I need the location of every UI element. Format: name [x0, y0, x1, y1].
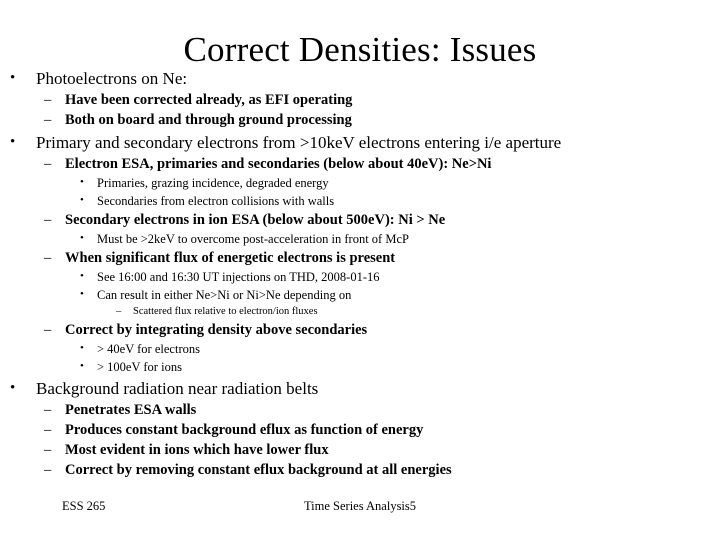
bullet-text: > 40eV for electrons: [97, 342, 200, 356]
bullet-marker-icon: –: [44, 442, 52, 458]
bullet-text: Both on board and through ground process…: [65, 112, 352, 128]
bullet-marker-icon: •: [80, 176, 84, 188]
footer-title-label: Time Series Analysis5: [303, 499, 417, 513]
bullet-marker-icon: –: [44, 402, 52, 418]
bullet-text: Must be >2keV to overcome post-accelerat…: [97, 232, 409, 246]
bullet-marker-icon: –: [44, 156, 52, 172]
bullet-marker-icon: –: [44, 422, 52, 438]
bullet-marker-icon: •: [10, 134, 16, 150]
bullet-item-level-3: • > 40eV for electrons: [0, 340, 720, 358]
slide-footer: ESS 265 Time Series Analysis5: [0, 497, 720, 517]
bullet-item-level-1: • Background radiation near radiation bel…: [0, 377, 720, 400]
bullet-text: Penetrates ESA walls: [65, 402, 197, 418]
bullet-text: Primaries, grazing incidence, degraded e…: [97, 176, 329, 190]
bullet-text: Background radiation near radiation belt…: [36, 379, 319, 398]
bullet-text: Secondary electrons in ion ESA (below ab…: [65, 212, 446, 228]
bullet-text: Electron ESA, primaries and secondaries …: [65, 156, 492, 172]
bullet-item-level-2: – Secondary electrons in ion ESA (below a…: [0, 210, 720, 230]
bullet-item-level-3: • Primaries, grazing incidence, degraded …: [0, 174, 720, 192]
slide: Correct Densities: Issues • Photoelectron…: [0, 0, 720, 540]
bullet-item-level-3: • Secondaries from electron collisions wi…: [0, 192, 720, 210]
bullet-text: Most evident in ions which have lower fl…: [65, 442, 329, 458]
bullet-text: Secondaries from electron collisions wit…: [97, 194, 335, 208]
bullet-item-level-3: • Must be >2keV to overcome post-accelera…: [0, 230, 720, 248]
bullet-item-level-3: • Can result in either Ne>Ni or Ni>Ne dep…: [0, 286, 720, 304]
bullet-item-level-1: • Primary and secondary electrons from >1…: [0, 131, 720, 154]
bullet-marker-icon: •: [10, 380, 16, 396]
bullet-item-level-2: – Correct by removing constant eflux back…: [0, 460, 720, 480]
bullet-marker-icon: •: [80, 232, 84, 244]
bullet-text: Correct by integrating density above sec…: [65, 322, 368, 338]
bullet-marker-icon: •: [80, 360, 84, 372]
bullet-text: Scattered flux relative to electron/ion …: [133, 306, 318, 317]
bullet-marker-icon: –: [44, 250, 52, 266]
bullet-text: When significant flux of energetic elect…: [65, 250, 396, 266]
bullet-marker-icon: •: [80, 194, 84, 206]
bullet-text: Can result in either Ne>Ni or Ni>Ne depe…: [97, 288, 352, 302]
bullet-item-level-2: – Most evident in ions which have lower f…: [0, 440, 720, 460]
bullet-item-level-3: • > 100eV for ions: [0, 358, 720, 376]
bullet-marker-icon: –: [44, 92, 52, 108]
bullet-marker-icon: •: [80, 270, 84, 282]
bullet-text: Produces constant background eflux as fu…: [65, 422, 424, 438]
bullet-text: Correct by removing constant eflux backg…: [65, 462, 452, 478]
bullet-marker-icon: •: [80, 288, 84, 300]
bullet-marker-icon: •: [10, 70, 16, 86]
bullet-item-level-2: – Correct by integrating density above se…: [0, 320, 720, 340]
bullet-marker-icon: –: [44, 322, 52, 338]
bullet-text: Photoelectrons on Ne:: [36, 69, 188, 88]
bullet-marker-icon: –: [116, 306, 122, 317]
bullet-item-level-2: – Electron ESA, primaries and secondaries…: [0, 154, 720, 174]
bullet-item-level-2: – Have been corrected already, as EFI ope…: [0, 90, 720, 110]
bullet-marker-icon: –: [44, 462, 52, 478]
bullet-text: Primary and secondary electrons from >10…: [36, 133, 562, 152]
bullet-text: See 16:00 and 16:30 UT injections on THD…: [97, 270, 380, 284]
slide-body-outline: • Photoelectrons on Ne: – Have been correct…: [0, 66, 720, 480]
bullet-marker-icon: –: [44, 212, 52, 228]
bullet-marker-icon: •: [80, 342, 84, 354]
bullet-item-level-2: – Penetrates ESA walls: [0, 400, 720, 420]
bullet-item-level-3: • See 16:00 and 16:30 UT injections on TH…: [0, 268, 720, 286]
bullet-item-level-2: – Produces constant background eflux as f…: [0, 420, 720, 440]
bullet-marker-icon: –: [44, 112, 52, 128]
bullet-item-level-1: • Photoelectrons on Ne:: [0, 67, 720, 90]
bullet-item-level-2: – Both on board and through ground proces…: [0, 110, 720, 130]
bullet-text: > 100eV for ions: [97, 360, 182, 374]
bullet-item-level-4: – Scattered flux relative to electron/ion…: [0, 304, 720, 320]
bullet-item-level-2: – When significant flux of energetic elec…: [0, 248, 720, 268]
bullet-text: Have been corrected already, as EFI oper…: [65, 92, 353, 108]
